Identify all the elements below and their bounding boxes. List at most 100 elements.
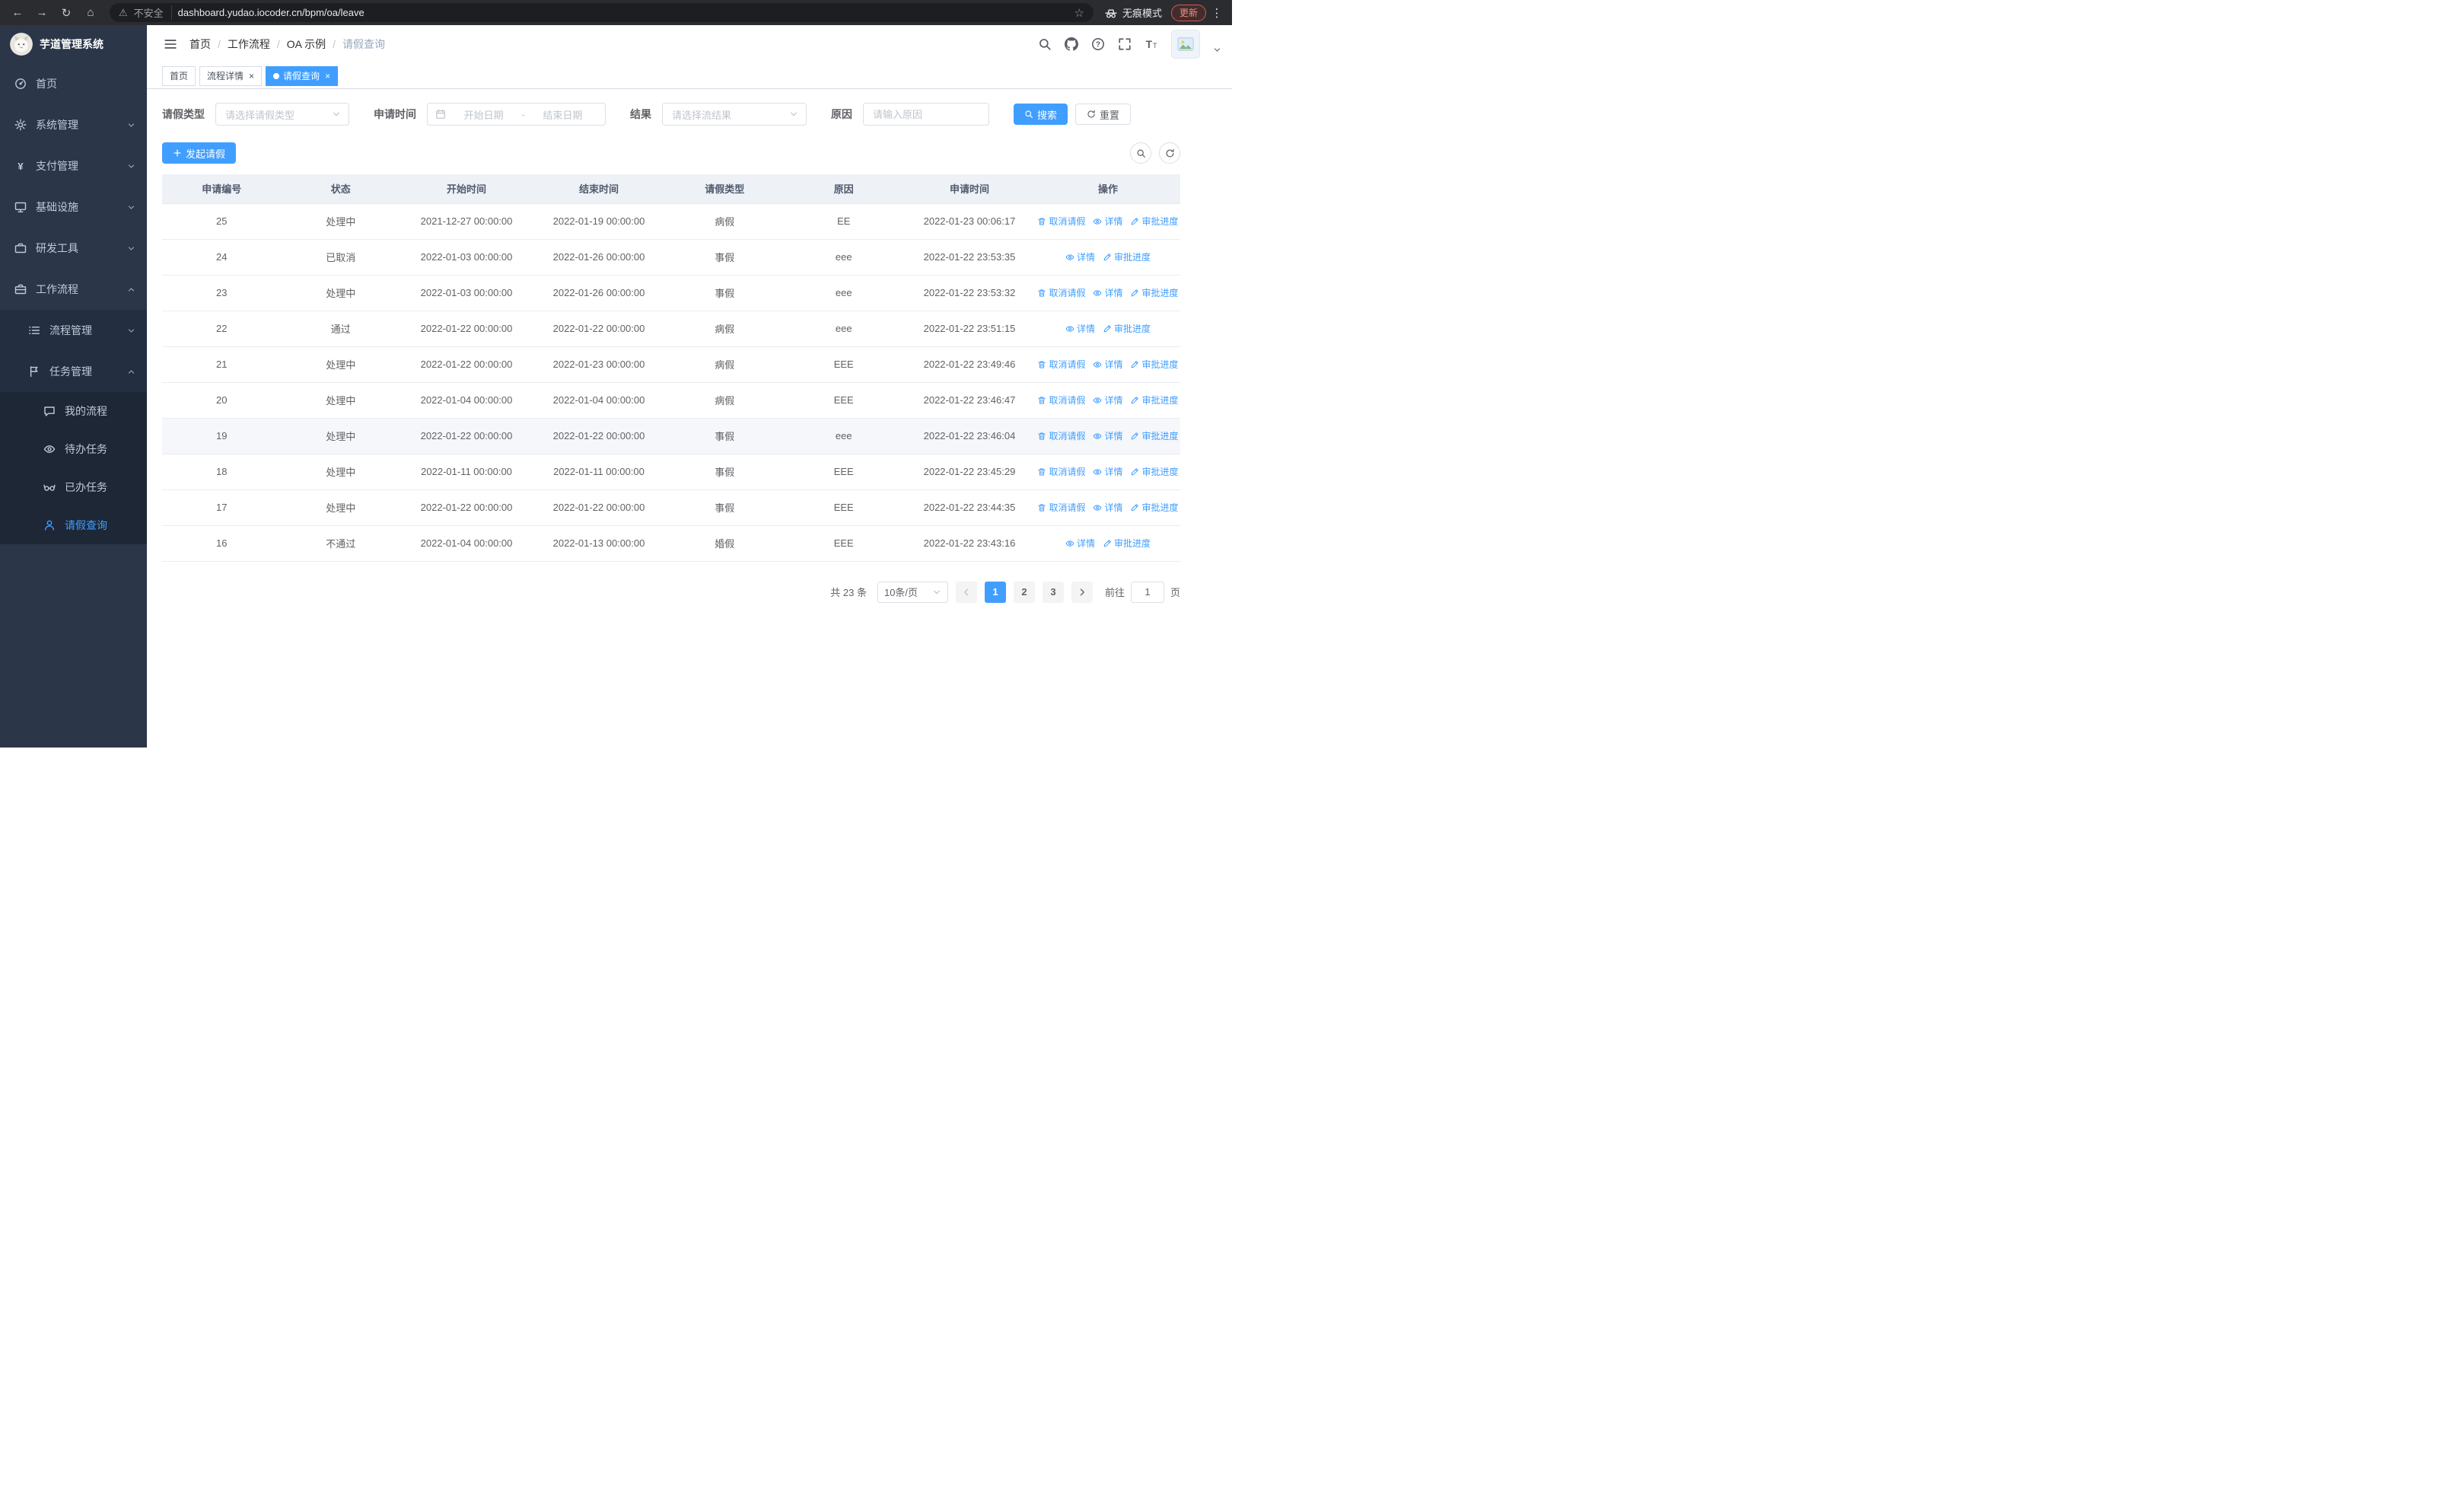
gear-icon xyxy=(14,119,27,131)
refresh-table-button[interactable] xyxy=(1159,142,1180,164)
cancel-action-link[interactable]: 取消请假 xyxy=(1037,358,1085,371)
close-icon[interactable]: × xyxy=(325,72,330,81)
sidebar-item-process-mgmt[interactable]: 流程管理 xyxy=(0,310,147,351)
progress-action-link[interactable]: 审批进度 xyxy=(1130,465,1179,478)
cancel-action-link[interactable]: 取消请假 xyxy=(1037,215,1085,228)
chevron-down-icon xyxy=(932,588,941,597)
progress-icon xyxy=(1103,539,1112,548)
cancel-action-link[interactable]: 取消请假 xyxy=(1037,286,1085,299)
progress-action-link[interactable]: 审批进度 xyxy=(1130,215,1179,228)
sidebar-item-workflow[interactable]: 工作流程 xyxy=(0,269,147,310)
avatar-dropdown-caret-icon[interactable] xyxy=(1213,46,1221,54)
bookmark-star-icon[interactable]: ☆ xyxy=(1074,6,1084,20)
sidebar-item-label: 系统管理 xyxy=(36,119,78,131)
progress-action-link[interactable]: 审批进度 xyxy=(1103,250,1151,263)
progress-icon xyxy=(1103,253,1112,262)
sidebar-item-leave-query[interactable]: 请假查询 xyxy=(0,506,147,544)
browser-forward-button[interactable]: → xyxy=(30,2,53,24)
progress-action-link[interactable]: 审批进度 xyxy=(1103,537,1151,550)
cell-apply-id: 18 xyxy=(162,454,282,490)
detail-action-link[interactable]: 详情 xyxy=(1093,215,1122,228)
github-button[interactable] xyxy=(1065,37,1078,51)
refresh-icon xyxy=(1165,148,1175,158)
detail-icon xyxy=(1093,432,1102,441)
page-button-2[interactable]: 2 xyxy=(1013,581,1035,603)
cell-status: 处理中 xyxy=(281,454,401,490)
reason-input[interactable] xyxy=(863,103,989,126)
detail-action-link[interactable]: 详情 xyxy=(1093,501,1122,514)
breadcrumb-item-home[interactable]: 首页 xyxy=(189,37,211,52)
address-bar[interactable]: ⚠ 不安全 dashboard.yudao.iocoder.cn/bpm/oa/… xyxy=(110,3,1094,22)
next-page-button[interactable] xyxy=(1071,581,1093,603)
detail-action-link[interactable]: 详情 xyxy=(1093,394,1122,406)
browser-reload-button[interactable]: ↻ xyxy=(55,2,78,24)
sidebar-item-done-tasks[interactable]: 已办任务 xyxy=(0,468,147,506)
search-button[interactable]: 搜索 xyxy=(1014,104,1068,125)
pagination: 共 23 条 10条/页 1 2 3 前往 1 页 xyxy=(162,581,1180,603)
tab-home[interactable]: 首页 xyxy=(162,65,196,86)
tab-label: 请假查询 xyxy=(283,71,320,81)
prev-page-button[interactable] xyxy=(955,581,977,603)
detail-icon xyxy=(1093,396,1102,405)
page-size-select[interactable]: 10条/页 xyxy=(877,581,948,603)
close-icon[interactable]: × xyxy=(249,72,254,81)
cancel-action-link[interactable]: 取消请假 xyxy=(1037,501,1085,514)
sidebar-item-todo-tasks[interactable]: 待办任务 xyxy=(0,430,147,468)
sidebar-item-my-process[interactable]: 我的流程 xyxy=(0,392,147,430)
reset-button[interactable]: 重置 xyxy=(1075,104,1132,125)
progress-action-link[interactable]: 审批进度 xyxy=(1130,429,1179,442)
detail-action-link[interactable]: 详情 xyxy=(1065,250,1095,263)
tab-label: 流程详情 xyxy=(207,71,244,81)
workflow-submenu: 流程管理 任务管理 我的流程 待办任务 已办任务 请假查询 xyxy=(0,310,147,544)
detail-action-link[interactable]: 详情 xyxy=(1065,537,1095,550)
help-button[interactable] xyxy=(1091,37,1105,51)
page-button-3[interactable]: 3 xyxy=(1042,581,1064,603)
cell-start-time: 2022-01-11 00:00:00 xyxy=(400,454,533,490)
cancel-action-link[interactable]: 取消请假 xyxy=(1037,429,1085,442)
browser-menu-button[interactable]: ⋮ xyxy=(1208,2,1226,24)
incognito-label: 无痕模式 xyxy=(1122,8,1162,19)
fullscreen-button[interactable] xyxy=(1118,37,1132,51)
leave-type-select[interactable]: 请选择请假类型 xyxy=(215,103,349,126)
sidebar-item-devtools[interactable]: 研发工具 xyxy=(0,228,147,269)
chevron-up-icon xyxy=(127,285,135,294)
security-warning-icon: ⚠ xyxy=(119,6,128,18)
sidebar-item-task-mgmt[interactable]: 任务管理 xyxy=(0,351,147,392)
detail-action-link[interactable]: 详情 xyxy=(1093,465,1122,478)
sidebar-collapse-button[interactable] xyxy=(158,31,183,57)
progress-action-link[interactable]: 审批进度 xyxy=(1130,394,1179,406)
tab-leave-query[interactable]: 请假查询 × xyxy=(266,65,339,86)
tab-process-detail[interactable]: 流程详情 × xyxy=(199,65,263,86)
user-avatar[interactable] xyxy=(1171,30,1200,59)
cancel-action-link[interactable]: 取消请假 xyxy=(1037,394,1085,406)
detail-action-link[interactable]: 详情 xyxy=(1093,429,1122,442)
sidebar-item-home[interactable]: 首页 xyxy=(0,63,147,104)
font-size-button[interactable] xyxy=(1144,37,1158,51)
apply-time-range-picker[interactable]: 开始日期 - 结束日期 xyxy=(427,103,606,126)
logo-avatar xyxy=(10,33,33,56)
sidebar-item-infrastructure[interactable]: 基础设施 xyxy=(0,186,147,228)
sidebar-item-payment[interactable]: 支付管理 xyxy=(0,145,147,186)
row-actions: 取消请假 详情 审批进度 xyxy=(1036,215,1180,228)
detail-action-link[interactable]: 详情 xyxy=(1065,322,1095,335)
page-button-1[interactable]: 1 xyxy=(984,581,1006,603)
toggle-search-button[interactable] xyxy=(1130,142,1151,164)
browser-home-button[interactable]: ⌂ xyxy=(79,2,102,24)
sidebar-item-system[interactable]: 系统管理 xyxy=(0,104,147,145)
cell-end-time: 2022-01-13 00:00:00 xyxy=(533,525,665,562)
progress-action-link[interactable]: 审批进度 xyxy=(1130,286,1179,299)
detail-action-link[interactable]: 详情 xyxy=(1093,286,1122,299)
detail-action-link[interactable]: 详情 xyxy=(1093,358,1122,371)
progress-action-link[interactable]: 审批进度 xyxy=(1103,322,1151,335)
result-select[interactable]: 请选择流结果 xyxy=(662,103,807,126)
browser-back-button[interactable]: ← xyxy=(6,2,29,24)
goto-page-input[interactable] xyxy=(1130,581,1164,603)
header-search-button[interactable] xyxy=(1038,37,1052,51)
col-actions: 操作 xyxy=(1035,174,1180,204)
progress-action-link[interactable]: 审批进度 xyxy=(1130,358,1179,371)
progress-action-link[interactable]: 审批进度 xyxy=(1130,501,1179,514)
cancel-action-link[interactable]: 取消请假 xyxy=(1037,465,1085,478)
browser-update-button[interactable]: 更新 xyxy=(1170,4,1206,21)
create-leave-button[interactable]: 发起请假 xyxy=(162,142,237,164)
cell-start-time: 2022-01-03 00:00:00 xyxy=(400,239,533,276)
